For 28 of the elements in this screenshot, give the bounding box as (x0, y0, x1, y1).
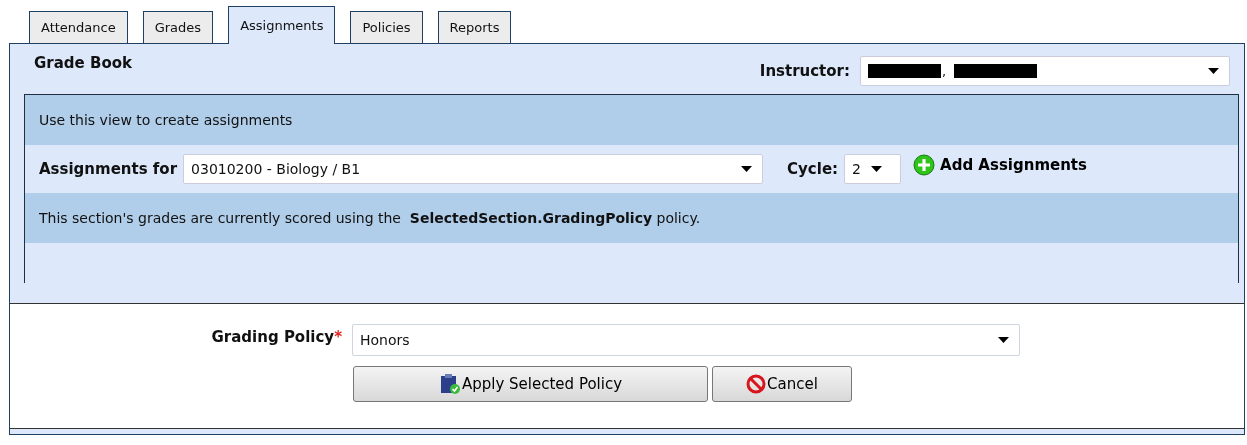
instructor-label: Instructor: (759, 62, 850, 80)
add-assignments-button[interactable]: Add Assignments (913, 154, 1087, 176)
tab[interactable]: Attendance (29, 11, 128, 43)
intro-text: Use this view to create assignments (39, 112, 293, 128)
tab[interactable]: Reports (437, 11, 512, 43)
tab[interactable]: Policies (350, 11, 423, 43)
clipboard-check-icon (438, 373, 461, 395)
cycle-label: Cycle: (787, 160, 839, 178)
caret-icon (1208, 68, 1219, 74)
caret-icon (871, 166, 882, 172)
panel-title: Grade Book (34, 54, 133, 72)
name-separator: , (942, 63, 947, 79)
prohibited-icon (746, 374, 767, 394)
cycle-dropdown[interactable]: 2 (844, 154, 902, 184)
assignments-for-label: Assignments for (39, 160, 178, 178)
caret-icon (741, 166, 753, 172)
required-mark: * (334, 328, 342, 346)
policy-note: This section's grades are currently scored using the SelectedSection.GradingPolicy policy. (39, 210, 701, 226)
instructor-dropdown[interactable]: , (860, 56, 1230, 86)
caret-icon (998, 337, 1009, 343)
cancel-button[interactable]: Cancel (712, 366, 852, 402)
grading-policy-label: Grading Policy* (210, 328, 342, 346)
apply-policy-button[interactable]: Apply Selected Policy (353, 366, 708, 402)
section-dropdown[interactable]: 03010200 - Biology / B1 (183, 154, 764, 184)
plus-icon (913, 154, 936, 176)
tab[interactable]: Grades (142, 11, 214, 43)
grading-policy-dropdown[interactable]: Honors (352, 324, 1020, 356)
tab[interactable]: Assignments (228, 6, 336, 44)
